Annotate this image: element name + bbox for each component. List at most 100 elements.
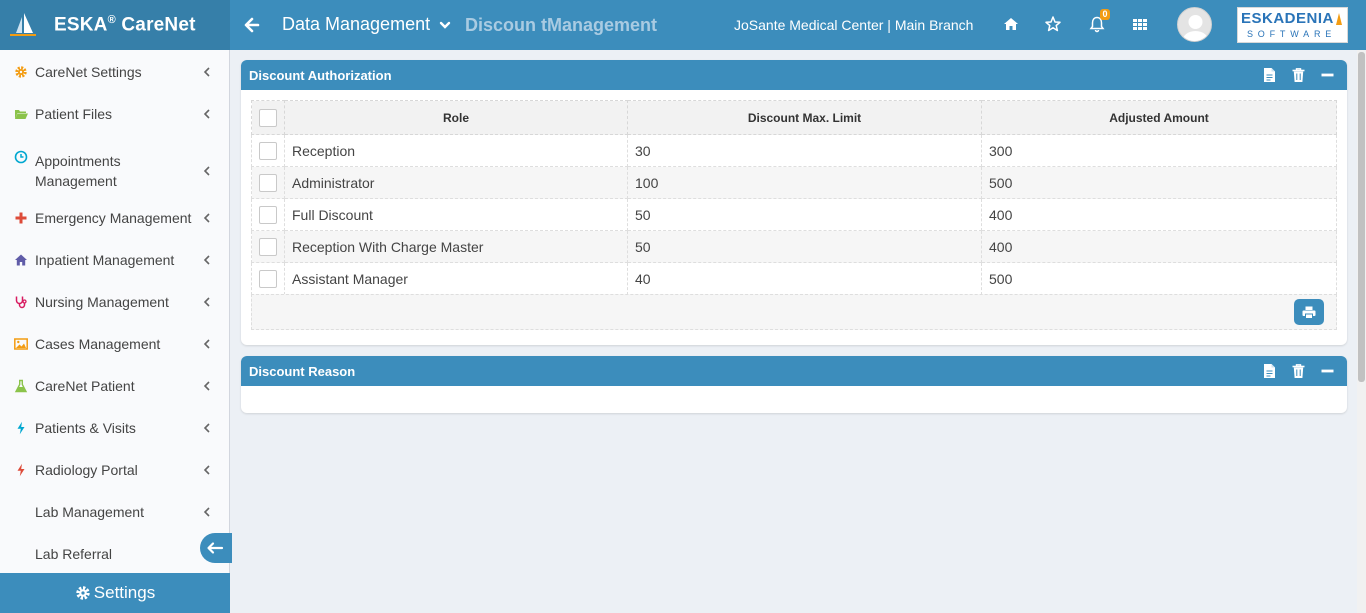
trash-icon[interactable] (1291, 363, 1306, 379)
chevron-left-icon (203, 109, 210, 119)
home-icon (15, 254, 27, 266)
trash-icon[interactable] (1291, 67, 1306, 83)
cell-adjusted-amount: 400 (981, 198, 1337, 231)
company-logo: ESKADENIA SOFTWARE (1237, 7, 1348, 43)
cell-adjusted-amount: 300 (981, 134, 1337, 167)
cell-adjusted-amount: 500 (981, 166, 1337, 199)
cell-max-limit: 50 (627, 198, 982, 231)
row-checkbox[interactable] (259, 205, 277, 224)
chevron-left-icon (203, 297, 210, 307)
folder-open-icon (15, 110, 28, 119)
chevron-left-icon (203, 255, 210, 265)
row-checkbox[interactable] (259, 269, 277, 288)
minimize-icon[interactable] (1320, 67, 1335, 83)
cell-max-limit: 100 (627, 166, 982, 199)
sidebar-item-inpatient-management[interactable]: Inpatient Management (0, 239, 230, 281)
notification-badge: 0 (1100, 9, 1110, 20)
select-all-checkbox[interactable] (259, 108, 277, 127)
chevron-left-icon (203, 423, 210, 433)
cell-role: Assistant Manager (284, 262, 628, 295)
table-footer (251, 294, 1337, 330)
user-avatar[interactable] (1177, 7, 1212, 42)
chevron-down-icon (439, 21, 451, 29)
table-row[interactable]: Reception With Charge Master 50 400 (251, 230, 1337, 263)
panel-header: Discount Authorization (241, 60, 1347, 90)
chevron-left-icon (203, 339, 210, 349)
arrow-left-icon (207, 542, 224, 554)
stethoscope-icon (15, 296, 27, 309)
sidebar-item-appointments-management[interactable]: Appointments Management (0, 145, 230, 197)
cell-adjusted-amount: 500 (981, 262, 1337, 295)
breadcrumb-main[interactable]: Data Management (282, 14, 451, 35)
printer-icon (1302, 306, 1316, 319)
discount-authorization-panel: Discount Authorization Role Discount Max… (241, 60, 1347, 345)
cell-role: Full Discount (284, 198, 628, 231)
home-icon[interactable] (1002, 15, 1020, 33)
chevron-left-icon (203, 67, 210, 77)
organization-label[interactable]: JoSante Medical Center | Main Branch (734, 17, 973, 33)
brand-area[interactable]: ESKA® CareNet (0, 0, 230, 50)
cell-role: Reception (284, 134, 628, 167)
chevron-left-icon (203, 507, 210, 517)
discount-authorization-table: Role Discount Max. Limit Adjusted Amount… (251, 100, 1337, 295)
cell-max-limit: 30 (627, 134, 982, 167)
panel-title: Discount Reason (249, 363, 356, 379)
sidebar-item-nursing-management[interactable]: Nursing Management (0, 281, 230, 323)
sidebar-collapse-button[interactable] (200, 533, 232, 563)
discount-reason-panel: Discount Reason (241, 356, 1347, 413)
cell-role: Reception With Charge Master (284, 230, 628, 263)
chevron-left-icon (203, 465, 210, 475)
minimize-icon[interactable] (1320, 363, 1335, 379)
panel-title: Discount Authorization (249, 67, 392, 83)
sidebar-item-carenet-settings[interactable]: CareNet Settings (0, 51, 230, 93)
table-row[interactable]: Full Discount 50 400 (251, 198, 1337, 231)
breadcrumb-current: Discoun tManagement (465, 15, 658, 35)
scrollbar-thumb[interactable] (1358, 52, 1365, 382)
cell-max-limit: 50 (627, 230, 982, 263)
sidebar: CareNet Settings Patient Files Appointme… (0, 50, 230, 613)
chevron-left-icon (203, 381, 210, 391)
column-header-max-limit[interactable]: Discount Max. Limit (627, 100, 982, 135)
settings-button[interactable]: Settings (0, 573, 230, 613)
cell-adjusted-amount: 400 (981, 230, 1337, 263)
bolt-icon (17, 463, 25, 477)
bolt-icon (17, 421, 25, 435)
grid-menu-icon[interactable] (1131, 15, 1149, 33)
sidebar-item-radiology-portal[interactable]: Radiology Portal (0, 449, 230, 491)
app-title: ESKA® CareNet (54, 13, 196, 36)
chevron-left-icon (203, 166, 210, 176)
chevron-left-icon (203, 213, 210, 223)
back-arrow-icon[interactable] (244, 15, 260, 35)
sidebar-item-emergency-management[interactable]: Emergency Management (0, 197, 230, 239)
top-navbar: ESKA® CareNet Data Management Discoun tM… (0, 0, 1366, 50)
panel-header: Discount Reason (241, 356, 1347, 386)
row-checkbox[interactable] (259, 237, 277, 256)
star-icon[interactable] (1044, 15, 1062, 33)
cell-role: Administrator (284, 166, 628, 199)
sidebar-item-cases-management[interactable]: Cases Management (0, 323, 230, 365)
flask-icon (14, 379, 28, 393)
sidebar-item-lab-management[interactable]: Lab Management (0, 491, 230, 533)
image-icon (14, 338, 28, 350)
sidebar-item-patient-files[interactable]: Patient Files (0, 93, 230, 135)
gear-icon (76, 586, 90, 600)
table-row[interactable]: Assistant Manager 40 500 (251, 262, 1337, 295)
table-row[interactable]: Administrator 100 500 (251, 166, 1337, 199)
sidebar-item-lab-referral[interactable]: Lab Referral (0, 533, 230, 575)
new-document-icon[interactable] (1262, 363, 1277, 379)
sidebar-item-carenet-patient[interactable]: CareNet Patient (0, 365, 230, 407)
user-silhouette-icon (1182, 15, 1209, 41)
new-document-icon[interactable] (1262, 67, 1277, 83)
clock-icon (14, 150, 28, 164)
print-button[interactable] (1294, 299, 1324, 325)
row-checkbox[interactable] (259, 141, 277, 160)
cell-max-limit: 40 (627, 262, 982, 295)
row-checkbox[interactable] (259, 173, 277, 192)
table-row[interactable]: Reception 30 300 (251, 134, 1337, 167)
column-header-role[interactable]: Role (284, 100, 628, 135)
column-header-adjusted-amount[interactable]: Adjusted Amount (981, 100, 1337, 135)
plus-icon (15, 212, 27, 224)
select-all-cell (251, 100, 285, 135)
sidebar-item-patients-visits[interactable]: Patients & Visits (0, 407, 230, 449)
gear-icon (15, 66, 27, 78)
